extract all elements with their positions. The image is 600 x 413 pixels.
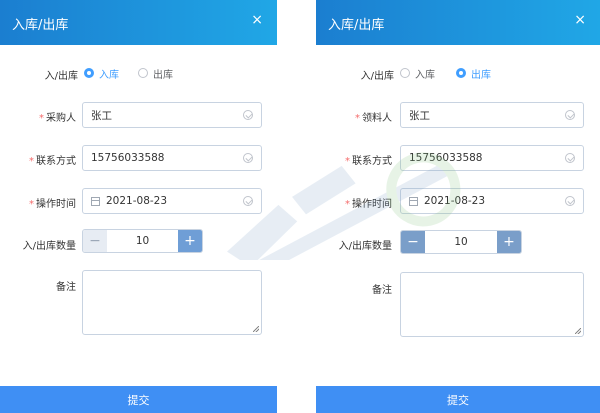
resize-handle-icon[interactable] [253,326,259,332]
qty-value[interactable]: 10 [425,231,497,253]
radio-in[interactable]: 入库 [400,66,435,81]
qty-label: 入/出库数量 [22,241,76,252]
radio-in-circle [84,68,94,78]
stock-dialog-right: 入库/出库 × 入/出库 入库 出库 * 领料人 张工 * 联系方式 1575603… [316,0,600,413]
remark-textarea[interactable] [400,272,584,337]
radio-in-label: 入库 [99,69,119,81]
quantity-stepper: − 10 + [400,230,522,254]
radio-in-label: 入库 [415,69,435,81]
person-value: 张工 [409,109,430,122]
decrement-button[interactable]: − [401,231,425,253]
qty-value[interactable]: 10 [107,230,178,252]
radio-out-circle [138,68,148,78]
close-icon[interactable]: × [251,13,263,27]
time-label: * 操作时间 [345,199,392,210]
calendar-icon [91,196,100,206]
increment-button[interactable]: + [178,230,202,252]
remark-label: 备注 [56,282,76,293]
resize-handle-icon[interactable] [575,328,581,334]
remark-label: 备注 [372,285,392,296]
time-label: * 操作时间 [29,199,76,210]
decrement-button[interactable]: − [83,230,107,252]
radio-out-label: 出库 [153,69,173,81]
dialog-header: 入库/出库 × [316,0,600,45]
close-icon[interactable]: × [574,13,586,27]
radio-in-circle [400,68,410,78]
contact-value: 15756033588 [91,152,165,164]
contact-input[interactable]: 15756033588 [400,145,584,171]
time-value: 2021-08-23 [424,195,486,207]
remark-textarea[interactable] [82,270,262,335]
increment-button[interactable]: + [497,231,521,253]
contact-input[interactable]: 15756033588 [82,145,262,171]
radio-out[interactable]: 出库 [456,66,491,81]
person-input[interactable]: 张工 [82,102,262,128]
type-label: 入/出库 [360,71,394,82]
radio-out[interactable]: 出库 [138,66,173,81]
contact-label: * 联系方式 [345,156,392,167]
check-circle-icon [565,196,575,206]
radio-in[interactable]: 入库 [84,66,119,81]
radio-out-circle [456,68,466,78]
check-circle-icon [243,110,253,120]
stock-dialog-left: 入库/出库 × 入/出库 入库 出库 * 采购人 张工 * 联系方式 1575603… [0,0,277,413]
dialog-header: 入库/出库 × [0,0,277,45]
check-circle-icon [243,153,253,163]
check-circle-icon [565,110,575,120]
time-input[interactable]: 2021-08-23 [82,188,262,214]
time-value: 2021-08-23 [106,195,168,207]
person-input[interactable]: 张工 [400,102,584,128]
quantity-stepper: − 10 + [82,229,203,253]
submit-button[interactable]: 提交 [316,386,600,413]
calendar-icon [409,196,418,206]
dialog-title: 入库/出库 [328,18,385,33]
qty-label: 入/出库数量 [338,241,392,252]
contact-label: * 联系方式 [29,156,76,167]
submit-button[interactable]: 提交 [0,386,277,413]
check-circle-icon [565,153,575,163]
type-label: 入/出库 [44,71,78,82]
person-label: * 采购人 [39,113,76,124]
radio-out-label: 出库 [471,69,491,81]
time-input[interactable]: 2021-08-23 [400,188,584,214]
contact-value: 15756033588 [409,152,483,164]
person-label: * 领料人 [355,113,392,124]
dialog-title: 入库/出库 [12,18,69,33]
check-circle-icon [243,196,253,206]
person-value: 张工 [91,109,112,122]
